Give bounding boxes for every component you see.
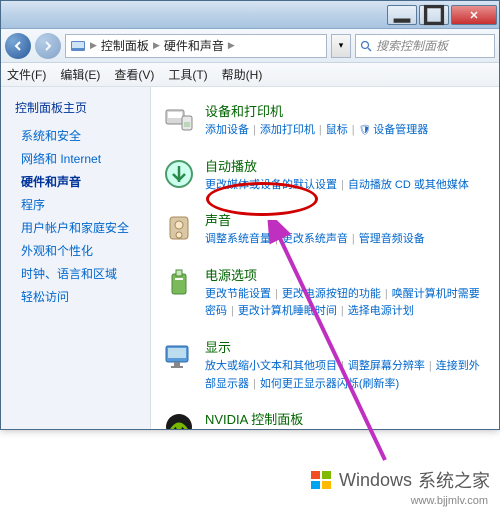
- sidebar-home[interactable]: 控制面板主页: [1, 97, 150, 124]
- separator: |: [341, 179, 344, 191]
- category-icon: [161, 409, 197, 429]
- category-links: 更改节能设置|更改电源按钮的功能|唤醒计算机时需要密码|更改计算机睡眠时间|选择…: [205, 286, 489, 321]
- sidebar-item[interactable]: 网络和 Internet: [1, 147, 150, 170]
- category-title[interactable]: 电源选项: [205, 265, 489, 284]
- sidebar-item[interactable]: 程序: [1, 193, 150, 216]
- category-link[interactable]: 更改媒体或设备的默认设置: [205, 179, 337, 191]
- category-link[interactable]: 更改节能设置: [205, 288, 271, 300]
- category-link[interactable]: 管理音频设备: [359, 233, 425, 245]
- separator: |: [253, 124, 256, 136]
- category-title[interactable]: 显示: [205, 337, 489, 356]
- sidebar-item-active[interactable]: 硬件和声音: [1, 170, 150, 193]
- watermark-brand: Windows: [339, 470, 412, 491]
- sidebar-item[interactable]: 外观和个性化: [1, 239, 150, 262]
- category-link[interactable]: 更改电源按钮的功能: [282, 288, 381, 300]
- close-button[interactable]: [451, 5, 497, 25]
- nav-bar: ▶ 控制面板 ▶ 硬件和声音 ▶ ▾ 搜索控制面板: [1, 29, 499, 63]
- menu-tools[interactable]: 工具(T): [168, 66, 207, 83]
- category-row: NVIDIA 控制面板: [161, 403, 489, 429]
- forward-button[interactable]: [35, 33, 61, 59]
- category-row: 自动播放更改媒体或设备的默认设置 | 自动播放 CD 或其他媒体: [161, 150, 489, 205]
- control-panel-icon: [70, 38, 86, 54]
- category-links: 调整系统音量 | 更改系统声音 | 管理音频设备: [205, 231, 489, 249]
- separator: |: [352, 124, 355, 136]
- chevron-right-icon: ▶: [228, 40, 235, 51]
- separator: |: [341, 305, 344, 317]
- menu-bar: 文件(F) 编辑(E) 查看(V) 工具(T) 帮助(H): [1, 63, 499, 87]
- category-icon: [161, 210, 197, 246]
- menu-help[interactable]: 帮助(H): [222, 66, 263, 83]
- category-icon: [161, 265, 197, 301]
- category-link[interactable]: 更改系统声音: [282, 233, 348, 245]
- search-input[interactable]: 搜索控制面板: [355, 34, 495, 58]
- breadcrumb[interactable]: ▶ 控制面板 ▶ 硬件和声音 ▶: [65, 34, 327, 58]
- minimize-button[interactable]: [387, 5, 417, 25]
- category-title[interactable]: 设备和打印机: [205, 101, 489, 120]
- separator: |: [341, 360, 344, 372]
- sidebar: 控制面板主页 系统和安全 网络和 Internet 硬件和声音 程序 用户帐户和…: [1, 87, 151, 429]
- category-link[interactable]: 鼠标: [326, 124, 348, 136]
- search-icon: [360, 40, 372, 52]
- category-row: 显示放大或缩小文本和其他项目|调整屏幕分辨率|连接到外部显示器|如何更正显示器闪…: [161, 331, 489, 403]
- menu-edit[interactable]: 编辑(E): [60, 66, 100, 83]
- category-links: 更改媒体或设备的默认设置 | 自动播放 CD 或其他媒体: [205, 177, 489, 195]
- menu-file[interactable]: 文件(F): [7, 66, 46, 83]
- breadcrumb-item[interactable]: 控制面板: [101, 37, 149, 54]
- category-link[interactable]: 设备管理器: [373, 124, 428, 136]
- back-button[interactable]: [5, 33, 31, 59]
- category-link[interactable]: 自动播放 CD 或其他媒体: [348, 179, 469, 191]
- category-row: 声音调整系统音量 | 更改系统声音 | 管理音频设备: [161, 204, 489, 259]
- category-link[interactable]: 调整系统音量: [205, 233, 271, 245]
- category-links: 放大或缩小文本和其他项目|调整屏幕分辨率|连接到外部显示器|如何更正显示器闪烁(…: [205, 358, 489, 393]
- category-icon: [161, 156, 197, 192]
- category-title[interactable]: 声音: [205, 210, 489, 229]
- category-title[interactable]: 自动播放: [205, 156, 489, 175]
- separator: |: [385, 288, 388, 300]
- category-link[interactable]: 放大或缩小文本和其他项目: [205, 360, 337, 372]
- sidebar-item[interactable]: 用户帐户和家庭安全: [1, 216, 150, 239]
- title-bar: [1, 1, 499, 29]
- maximize-button[interactable]: [419, 5, 449, 25]
- watermark-url: www.bjjmlv.com: [411, 495, 488, 507]
- category-links: 添加设备 | 添加打印机 | 鼠标 | 🛡设备管理器: [205, 122, 489, 140]
- control-panel-window: ▶ 控制面板 ▶ 硬件和声音 ▶ ▾ 搜索控制面板 文件(F) 编辑(E) 查看…: [0, 0, 500, 430]
- category-link[interactable]: 选择电源计划: [348, 305, 414, 317]
- breadcrumb-item[interactable]: 硬件和声音: [164, 37, 224, 54]
- sidebar-item[interactable]: 时钟、语言和区域: [1, 262, 150, 285]
- category-link[interactable]: 添加打印机: [260, 124, 315, 136]
- category-row: 电源选项更改节能设置|更改电源按钮的功能|唤醒计算机时需要密码|更改计算机睡眠时…: [161, 259, 489, 331]
- watermark: Windows 系统之家 www.bjjmlv.com: [309, 467, 490, 493]
- category-link[interactable]: 添加设备: [205, 124, 249, 136]
- windows-logo-icon: [309, 468, 333, 492]
- search-placeholder: 搜索控制面板: [376, 37, 448, 54]
- separator: |: [275, 233, 278, 245]
- category-title[interactable]: NVIDIA 控制面板: [205, 409, 489, 428]
- category-icon: [161, 101, 197, 137]
- separator: |: [275, 288, 278, 300]
- content-pane: 设备和打印机添加设备 | 添加打印机 | 鼠标 | 🛡设备管理器自动播放更改媒体或设备的默认…: [151, 87, 499, 429]
- breadcrumb-dropdown[interactable]: ▾: [331, 34, 351, 58]
- category-row: 设备和打印机添加设备 | 添加打印机 | 鼠标 | 🛡设备管理器: [161, 95, 489, 150]
- shield-icon: 🛡: [359, 125, 372, 136]
- menu-view[interactable]: 查看(V): [114, 66, 154, 83]
- separator: |: [231, 305, 234, 317]
- category-link[interactable]: 如何更正显示器闪烁(刷新率): [260, 378, 399, 390]
- category-link[interactable]: 调整屏幕分辨率: [348, 360, 425, 372]
- separator: |: [352, 233, 355, 245]
- category-icon: [161, 337, 197, 373]
- chevron-right-icon: ▶: [153, 40, 160, 51]
- chevron-right-icon: ▶: [90, 40, 97, 51]
- separator: |: [319, 124, 322, 136]
- category-link[interactable]: 更改计算机睡眠时间: [238, 305, 337, 317]
- watermark-suffix: 系统之家: [418, 467, 490, 493]
- sidebar-item[interactable]: 轻松访问: [1, 285, 150, 308]
- separator: |: [253, 378, 256, 390]
- sidebar-item[interactable]: 系统和安全: [1, 124, 150, 147]
- separator: |: [429, 360, 432, 372]
